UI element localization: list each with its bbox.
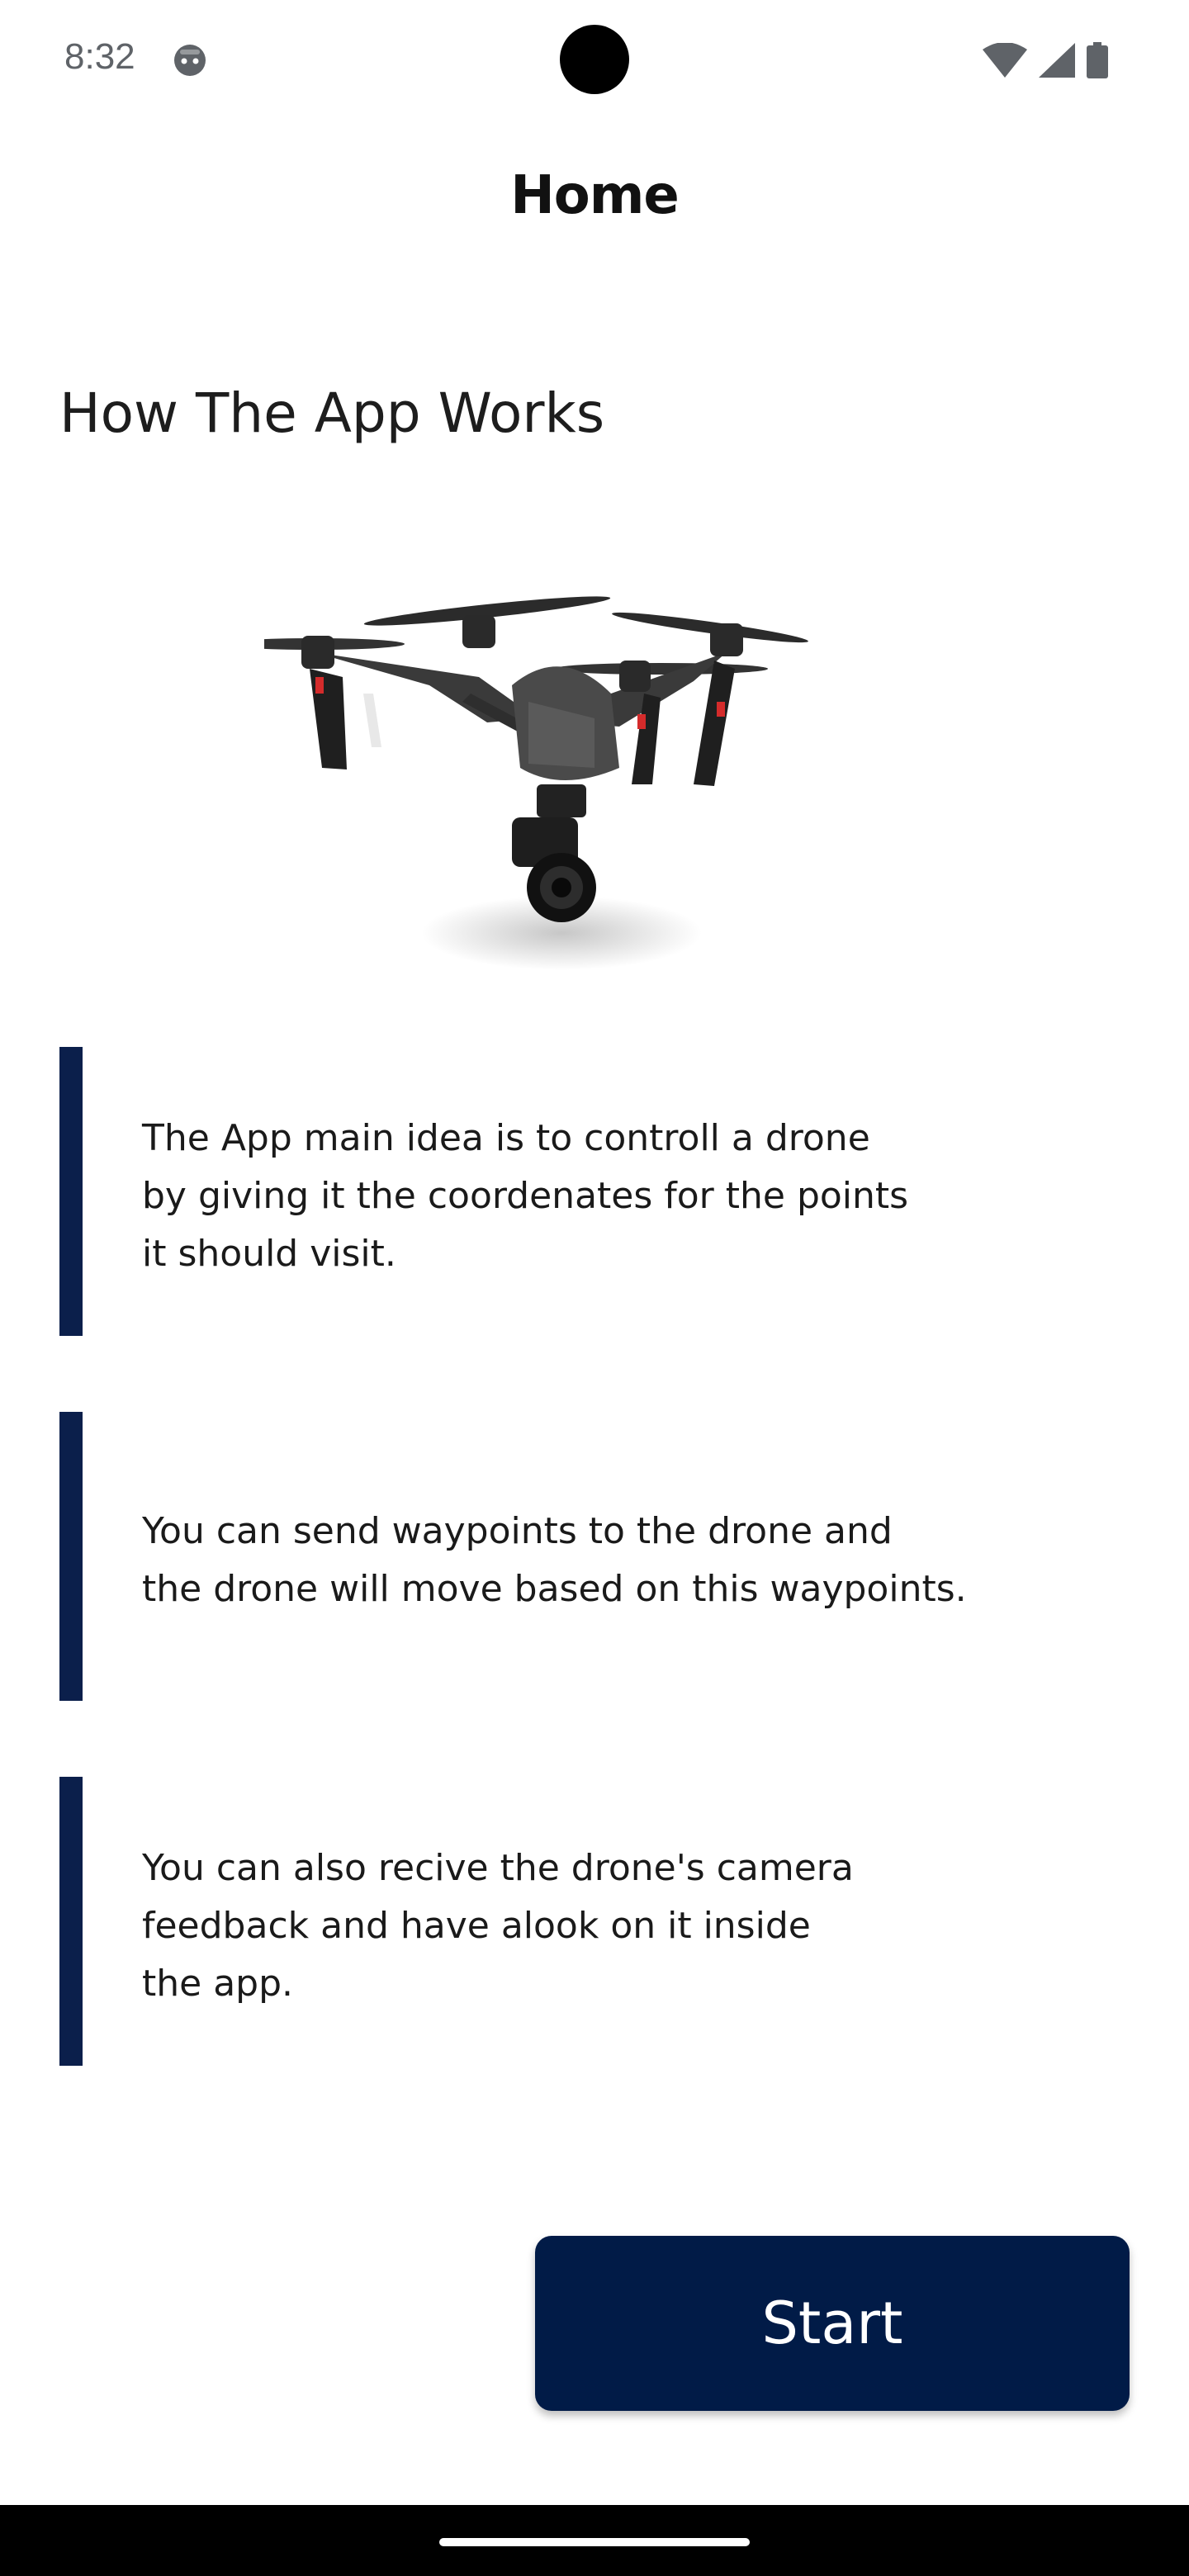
info-text: You can send waypoints to the drone and …	[142, 1510, 967, 1610]
camera-cutout	[560, 25, 629, 94]
system-nav-bar	[0, 2505, 1189, 2576]
status-time: 8:32	[64, 36, 135, 77]
signal-icon	[1039, 43, 1075, 78]
info-text: You can also recive the drone's camera f…	[142, 1847, 854, 2005]
wifi-icon	[983, 43, 1027, 78]
accent-bar	[59, 1412, 83, 1701]
accent-bar	[59, 1047, 83, 1336]
info-block-3: You can also recive the drone's camera f…	[59, 1777, 1130, 2066]
status-bar: 8:32	[0, 0, 1189, 124]
accent-bar	[59, 1777, 83, 2066]
android-face-icon	[174, 45, 206, 76]
info-block-2: You can send waypoints to the drone and …	[59, 1412, 1130, 1701]
home-gesture-handle[interactable]	[439, 2538, 750, 2546]
info-block-1: The App main idea is to controll a drone…	[59, 1047, 1130, 1336]
page-title: Home	[510, 165, 680, 226]
info-text: The App main idea is to controll a drone…	[142, 1117, 909, 1275]
start-button[interactable]: Start	[535, 2236, 1130, 2411]
status-icons	[983, 41, 1108, 79]
section-heading: How The App Works	[59, 381, 605, 445]
start-button-label: Start	[761, 2290, 903, 2357]
drone-icon	[264, 596, 808, 970]
battery-icon	[1087, 42, 1108, 78]
